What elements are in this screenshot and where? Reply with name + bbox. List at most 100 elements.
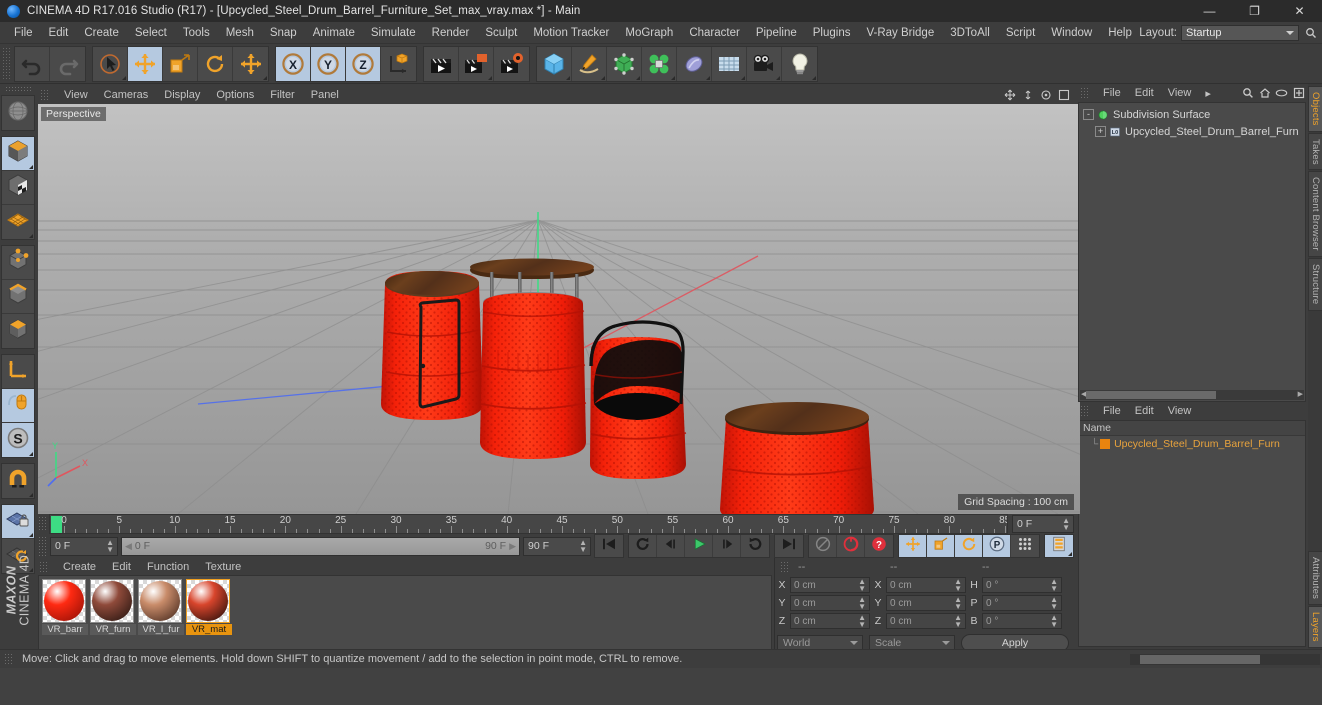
scroll-thumb[interactable] xyxy=(1140,654,1260,664)
spinner-icon[interactable]: ▲ ▼ xyxy=(954,578,962,593)
close-button[interactable]: ✕ xyxy=(1277,0,1322,22)
workplane-mode-button[interactable] xyxy=(2,205,34,239)
visibility-icon[interactable] xyxy=(1275,87,1288,100)
spinner-icon[interactable]: ▲ ▼ xyxy=(579,539,587,554)
material-list[interactable]: VR_barr VR_furn VR_l_fur VR_mat xyxy=(38,575,772,653)
render-view-button[interactable] xyxy=(424,46,459,81)
attribute-row[interactable]: └ Upcycled_Steel_Drum_Barrel_Furn xyxy=(1079,436,1305,452)
material-item[interactable]: VR_mat xyxy=(186,579,232,635)
layout-select[interactable]: Startup xyxy=(1181,25,1299,41)
viewport-menu-display[interactable]: Display xyxy=(156,87,208,103)
menu-script[interactable]: Script xyxy=(998,24,1043,42)
spinner-icon[interactable]: ▲ ▼ xyxy=(1050,614,1058,629)
menu-file[interactable]: File xyxy=(6,24,41,42)
record-active-objects-button[interactable] xyxy=(809,535,837,557)
points-mode-button[interactable] xyxy=(2,246,34,280)
scroll-thumb[interactable] xyxy=(1086,391,1216,399)
spinner-icon[interactable]: ▲ ▼ xyxy=(858,596,866,611)
spinner-icon[interactable]: ▲ ▼ xyxy=(1050,596,1058,611)
soft-selection-button[interactable]: S xyxy=(2,423,34,457)
material-preview-swatch[interactable] xyxy=(138,579,182,623)
material-menu-texture[interactable]: Texture xyxy=(197,559,249,575)
viewport-menu-view[interactable]: View xyxy=(56,87,96,103)
play-button[interactable] xyxy=(685,535,713,557)
scroll-right-icon[interactable]: ▶ xyxy=(1298,391,1303,399)
menu-motion-tracker[interactable]: Motion Tracker xyxy=(525,24,617,42)
search-icon[interactable] xyxy=(1303,26,1318,41)
step-forward-button[interactable] xyxy=(713,535,741,557)
add-generator-button[interactable] xyxy=(607,46,642,81)
spinner-icon[interactable]: ▲ ▼ xyxy=(858,614,866,629)
attribute-manager-menu-edit[interactable]: Edit xyxy=(1128,403,1161,419)
menu-render[interactable]: Render xyxy=(424,24,478,42)
menu-3dtoall[interactable]: 3DToAll xyxy=(942,24,998,42)
attribute-manager-grip[interactable] xyxy=(1080,405,1090,417)
add-floor-button[interactable] xyxy=(712,46,747,81)
preview-range-slider[interactable]: ◀ 0 F 90 F ▶ xyxy=(121,536,520,556)
step-back-button[interactable] xyxy=(657,535,685,557)
add-layer-icon[interactable] xyxy=(1292,87,1305,100)
timeline-frame-field[interactable]: 0 F ▲ ▼ xyxy=(1012,515,1074,533)
lock-workplane-button[interactable] xyxy=(2,505,34,539)
search-icon[interactable] xyxy=(1241,87,1254,100)
vertical-tab-layers[interactable]: Layers xyxy=(1308,606,1322,648)
material-preview-swatch[interactable] xyxy=(42,579,86,623)
coordinates-grip[interactable] xyxy=(780,560,790,573)
animation-toolbar-grip[interactable] xyxy=(38,536,47,556)
render-settings-button[interactable] xyxy=(494,47,529,81)
render-to-picture-viewer-button[interactable] xyxy=(459,46,494,81)
material-item[interactable]: VR_l_fur xyxy=(138,579,184,635)
go-to-next-key-button[interactable] xyxy=(741,535,769,557)
menu-mograph[interactable]: MoGraph xyxy=(617,24,681,42)
add-camera-button[interactable] xyxy=(747,46,782,81)
maximize-button[interactable]: ❐ xyxy=(1232,0,1277,22)
world-object-coord-button[interactable] xyxy=(381,47,416,81)
menu-edit[interactable]: Edit xyxy=(41,24,77,42)
viewport-maximize-icon[interactable] xyxy=(1057,88,1070,101)
add-light-button[interactable] xyxy=(782,47,817,81)
redo-button[interactable] xyxy=(50,47,85,81)
live-selection-tool[interactable] xyxy=(93,46,128,81)
lock-x-axis-button[interactable]: X xyxy=(276,46,311,81)
point-level-animation-button[interactable] xyxy=(1011,535,1039,557)
add-deformer-button[interactable] xyxy=(642,46,677,81)
home-icon[interactable] xyxy=(1258,87,1271,100)
vertical-tab-content-browser[interactable]: Content Browser xyxy=(1308,171,1322,258)
viewport-projection-label[interactable]: Perspective xyxy=(41,107,106,121)
object-manager-overflow[interactable]: ▸ xyxy=(1198,85,1218,102)
coordinates-rotation-input[interactable]: 0 ° ▲ ▼ xyxy=(982,595,1062,611)
range-prev-icon[interactable]: ◀ xyxy=(125,541,132,552)
make-editable-button[interactable] xyxy=(2,96,34,130)
coordinates-size-input[interactable]: 0 cm ▲ ▼ xyxy=(886,577,966,593)
viewport-grip[interactable] xyxy=(40,89,50,101)
material-preview-swatch[interactable] xyxy=(90,579,134,623)
lock-z-axis-button[interactable]: Z xyxy=(346,46,381,81)
menu-simulate[interactable]: Simulate xyxy=(363,24,424,42)
object-manager-menu-file[interactable]: File xyxy=(1096,85,1128,101)
viewport-scale-icon[interactable] xyxy=(1021,88,1034,101)
range-next-icon[interactable]: ▶ xyxy=(509,541,516,552)
vertical-tab-attributes[interactable]: Attributes xyxy=(1308,551,1322,606)
timeline-grip[interactable] xyxy=(38,516,47,532)
polygons-mode-button[interactable] xyxy=(2,314,34,348)
left-toolbar-grip[interactable] xyxy=(5,86,31,93)
menu-tools[interactable]: Tools xyxy=(175,24,218,42)
current-frame-field[interactable]: 0 F ▲ ▼ xyxy=(50,536,118,556)
go-to-previous-key-button[interactable] xyxy=(629,535,657,557)
document-end-frame-field[interactable]: 90 F ▲ ▼ xyxy=(523,536,591,556)
go-to-start-button[interactable] xyxy=(595,535,623,557)
menu-plugins[interactable]: Plugins xyxy=(805,24,859,42)
viewport-menu-options[interactable]: Options xyxy=(208,87,262,103)
scale-key-button[interactable] xyxy=(927,535,955,557)
enable-axis-modification-button[interactable] xyxy=(2,389,34,423)
object-manager-menu-view[interactable]: View xyxy=(1161,85,1199,101)
vertical-tab-takes[interactable]: Takes xyxy=(1308,132,1322,171)
material-manager-grip[interactable] xyxy=(39,560,49,573)
menu-sculpt[interactable]: Sculpt xyxy=(477,24,525,42)
menu-window[interactable]: Window xyxy=(1043,24,1100,42)
viewport-menu-filter[interactable]: Filter xyxy=(262,87,302,103)
material-item[interactable]: VR_barr xyxy=(42,579,88,635)
add-spline-button[interactable] xyxy=(572,46,607,81)
object-manager-tree[interactable]: - Subdivision Surface + L0 Upcycled_Steel_Dr… xyxy=(1078,102,1306,402)
material-preview-swatch[interactable] xyxy=(186,579,230,623)
